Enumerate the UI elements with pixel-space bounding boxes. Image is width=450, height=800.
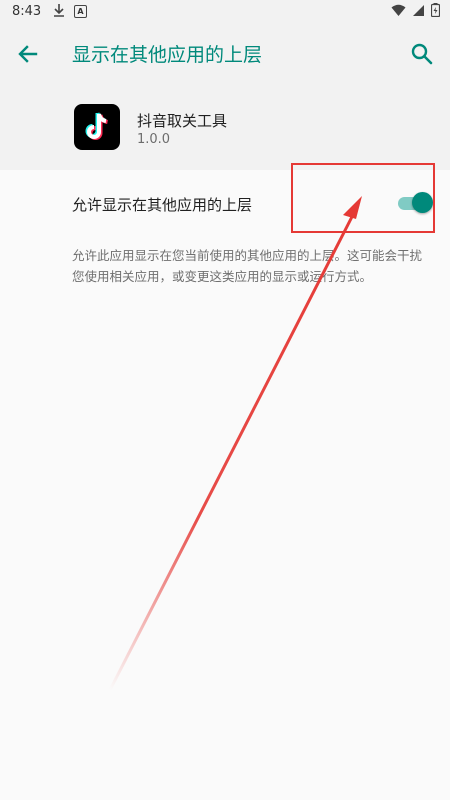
search-button[interactable]	[408, 40, 436, 68]
download-icon	[53, 3, 65, 21]
highlight-annotation-box	[291, 163, 435, 233]
app-bar: 显示在其他应用的上层	[0, 24, 450, 84]
status-bar: 8:43 A	[0, 0, 450, 24]
app-version: 1.0.0	[137, 132, 171, 147]
tiktok-logo-icon	[74, 104, 120, 150]
wifi-icon	[391, 4, 406, 21]
search-icon	[411, 43, 433, 65]
setting-label: 允许显示在其他应用的上层	[72, 196, 253, 214]
status-time: 8:43	[12, 4, 42, 19]
signal-icon	[412, 4, 425, 21]
page-title: 显示在其他应用的上层	[72, 44, 263, 66]
battery-icon	[430, 3, 441, 21]
app-notification-icon: A	[74, 5, 87, 18]
app-name: 抖音取关工具	[137, 112, 228, 130]
back-button[interactable]	[14, 40, 42, 68]
arrow-back-icon	[18, 45, 38, 63]
permission-description: 允许此应用显示在您当前使用的其他应用的上层。这可能会干扰您使用相关应用，或变更这…	[72, 248, 423, 284]
